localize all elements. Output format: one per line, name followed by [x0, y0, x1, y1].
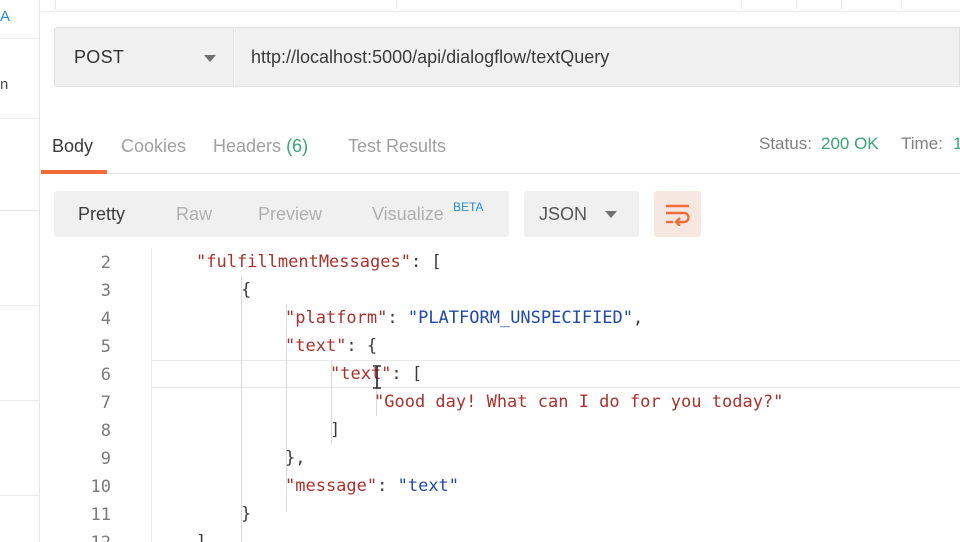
code-line: "message": "text"	[285, 476, 459, 500]
view-raw-button[interactable]: Raw	[176, 204, 212, 225]
line-number: 4	[100, 309, 111, 329]
json-punct: ,	[633, 308, 644, 328]
code-line: {	[241, 280, 251, 304]
json-punct: :	[377, 476, 398, 496]
code-line: "Good day! What can I do for you today?"	[374, 392, 783, 416]
wrap-lines-icon	[666, 204, 690, 226]
gutter-divider	[151, 248, 152, 542]
language-label: JSON	[539, 204, 588, 224]
json-punct: {	[366, 336, 378, 356]
json-key: "text"	[330, 364, 392, 384]
tab-strip-cell[interactable]	[841, 0, 842, 9]
tab-headers[interactable]: Headers (6)	[213, 136, 308, 157]
view-visualize-button[interactable]: Visualize BETA	[372, 200, 483, 225]
json-string: "PLATFORM_UNSPECIFIED"	[407, 308, 634, 328]
time-value: 1	[953, 134, 960, 153]
tab-strip-cell[interactable]	[796, 0, 797, 9]
json-key: "message"	[285, 476, 378, 496]
line-number: 7	[100, 393, 111, 413]
status-value: 200 OK	[821, 134, 879, 153]
sidebar-fragment-mid[interactable]: n	[0, 76, 8, 93]
chevron-down-icon	[204, 55, 216, 62]
time-label: Time:	[901, 134, 943, 153]
line-number: 9	[100, 449, 111, 469]
tab-body[interactable]: Body	[52, 136, 93, 157]
json-string: "text"	[397, 476, 460, 496]
line-number-gutter: 2 3 4 5 6 7 8 9 10 11 12	[41, 248, 151, 542]
line-number: 10	[90, 477, 111, 497]
wrap-lines-button[interactable]	[654, 191, 701, 237]
tab-test-results[interactable]: Test Results	[348, 136, 446, 157]
code-line: },	[285, 448, 305, 472]
view-preview-button[interactable]: Preview	[258, 204, 322, 225]
json-key: "text"	[285, 336, 347, 356]
active-tab-indicator	[41, 170, 107, 174]
json-punct: :	[387, 308, 408, 328]
json-punct: },	[285, 448, 306, 468]
method-label: POST	[74, 46, 125, 67]
json-punct: {	[241, 280, 252, 300]
line-number: 5	[100, 337, 111, 357]
indent-guide	[241, 276, 242, 542]
sidebar-divider	[0, 210, 39, 211]
tab-strip-cell[interactable]	[55, 0, 56, 9]
sidebar-divider	[0, 38, 39, 39]
tab-strip-cell[interactable]	[741, 0, 742, 9]
tab-cookies[interactable]: Cookies	[121, 136, 186, 157]
view-pretty-button[interactable]: Pretty	[78, 204, 125, 225]
left-sidebar: A n	[0, 0, 40, 542]
current-line-highlight	[152, 360, 960, 388]
url-input[interactable]: http://localhost:5000/api/dialogflow/tex…	[235, 27, 960, 87]
line-number: 3	[100, 281, 111, 301]
request-bar: POST http://localhost:5000/api/dialogflo…	[54, 27, 960, 87]
status-label: Status:	[759, 134, 812, 153]
json-punct: ]	[330, 420, 341, 440]
visualize-label: Visualize	[372, 204, 444, 224]
headers-count-badge: (6)	[286, 136, 309, 156]
json-string-value: "Good day! What can I do for you today?"	[374, 392, 784, 412]
json-punct: [	[411, 364, 423, 384]
tab-headers-label: Headers	[213, 136, 282, 156]
code-line: "text": {	[285, 336, 377, 360]
sidebar-divider	[0, 118, 39, 119]
format-toolbar: Pretty Raw Preview Visualize BETA JSON	[54, 191, 960, 237]
chevron-down-icon	[605, 211, 617, 218]
json-punct: :	[410, 252, 432, 272]
code-line: ]	[330, 420, 340, 444]
text-cursor-icon	[373, 365, 381, 389]
line-number: 12	[51, 533, 111, 542]
sidebar-fragment-top[interactable]: A	[0, 8, 10, 25]
language-select[interactable]: JSON	[524, 191, 639, 237]
line-number: 2	[100, 253, 111, 273]
code-line: "platform": "PLATFORM_UNSPECIFIED",	[285, 308, 643, 332]
code-line: ]	[196, 532, 206, 542]
sidebar-divider	[0, 400, 39, 401]
json-punct: }	[241, 504, 252, 524]
sidebar-divider	[0, 305, 39, 306]
json-punct: ]	[196, 532, 207, 542]
line-number: 8	[100, 421, 111, 441]
response-tabs: Body Cookies Headers (6) Test Results St…	[41, 118, 960, 174]
method-select[interactable]: POST	[54, 27, 234, 87]
line-number: 11	[90, 505, 111, 525]
line-number: 6	[100, 365, 111, 385]
json-key: "fulfillmentMessages"	[196, 252, 411, 272]
beta-badge: BETA	[453, 200, 484, 214]
tab-strip-cell[interactable]	[396, 0, 397, 9]
json-key: "platform"	[285, 308, 388, 328]
response-body-viewer[interactable]: 2 3 4 5 6 7 8 9 10 11 12 "fulfillmentMes…	[41, 248, 960, 542]
json-punct: [	[431, 252, 442, 272]
top-tab-strip	[41, 0, 960, 12]
json-punct: :	[346, 336, 367, 356]
code-line: "fulfillmentMessages": [	[196, 252, 442, 276]
code-line: }	[241, 504, 251, 528]
tab-strip-cell[interactable]	[901, 0, 902, 9]
url-text: http://localhost:5000/api/dialogflow/tex…	[251, 46, 610, 67]
view-mode-group: Pretty Raw Preview Visualize BETA	[54, 191, 509, 237]
sidebar-divider	[0, 495, 39, 496]
json-punct: :	[391, 364, 412, 384]
